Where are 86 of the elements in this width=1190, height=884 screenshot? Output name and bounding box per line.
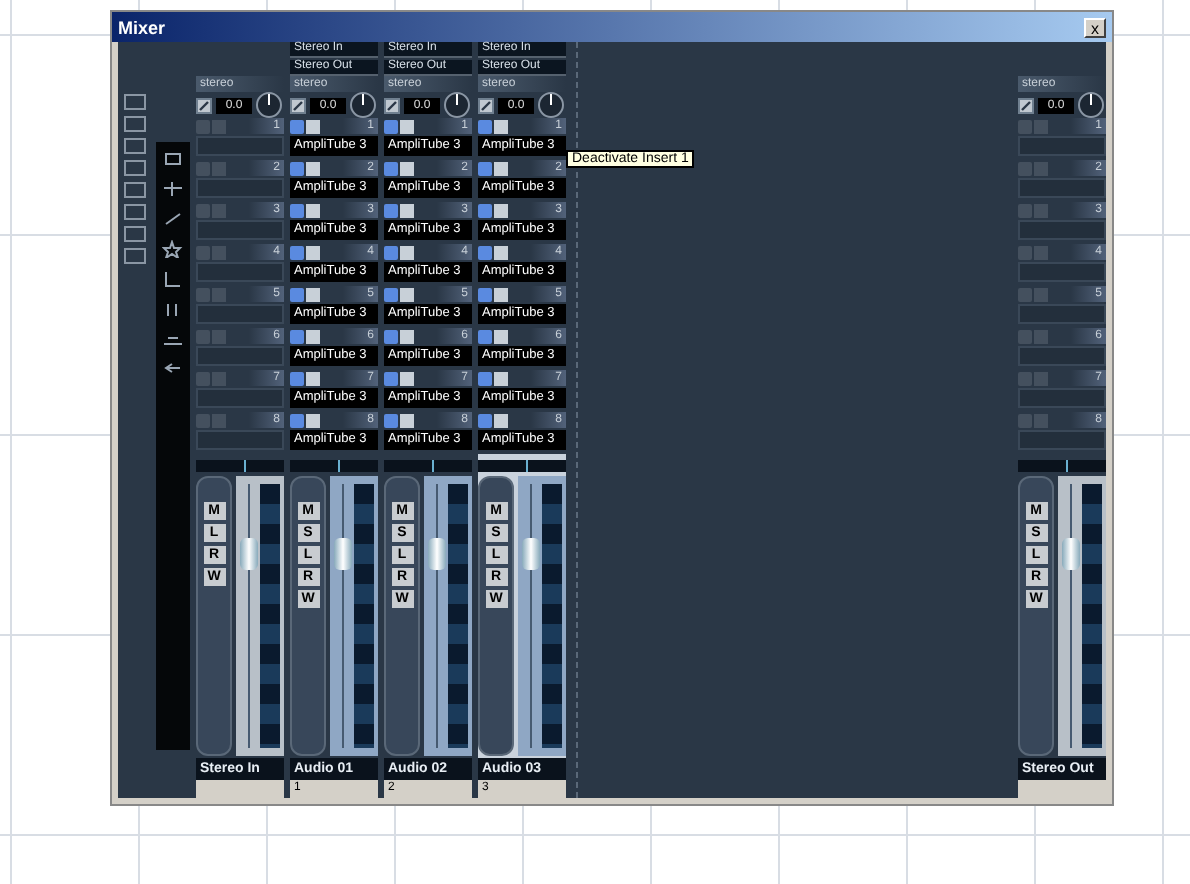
edit-button[interactable]	[494, 161, 508, 175]
fader-handle[interactable]	[428, 537, 446, 570]
power-button[interactable]	[384, 203, 398, 217]
edit-button[interactable]	[306, 287, 320, 301]
power-button[interactable]	[290, 413, 304, 427]
peak-meter	[196, 460, 284, 472]
power-button[interactable]	[384, 245, 398, 259]
edit-button[interactable]	[400, 413, 414, 427]
pan-knob[interactable]	[444, 92, 470, 118]
pan-knob[interactable]	[1078, 92, 1104, 118]
edit-button[interactable]	[400, 287, 414, 301]
peak-meter	[1018, 460, 1106, 472]
fader-handle[interactable]	[1062, 537, 1080, 570]
view-toggle[interactable]	[123, 204, 145, 220]
close-button[interactable]: x	[1084, 17, 1106, 37]
edit-button[interactable]	[306, 329, 320, 343]
fader-handle[interactable]	[240, 537, 258, 570]
power-button[interactable]	[384, 287, 398, 301]
edit-button[interactable]	[306, 161, 320, 175]
peak-meter	[290, 460, 378, 472]
power-button[interactable]	[478, 329, 492, 343]
power-button[interactable]	[290, 329, 304, 343]
tool-icon[interactable]	[162, 150, 184, 168]
power-button[interactable]	[384, 329, 398, 343]
power-button[interactable]	[290, 287, 304, 301]
edit-button[interactable]	[494, 203, 508, 217]
peak-meter	[478, 460, 566, 472]
edit-button[interactable]	[494, 371, 508, 385]
power-button[interactable]	[478, 287, 492, 301]
power-button[interactable]	[478, 161, 492, 175]
edit-button[interactable]	[494, 329, 508, 343]
edit-button[interactable]	[494, 287, 508, 301]
view-toggle[interactable]	[123, 248, 145, 264]
power-button[interactable]	[478, 245, 492, 259]
power-button[interactable]	[478, 413, 492, 427]
power-button[interactable]	[290, 203, 304, 217]
power-button[interactable]	[478, 371, 492, 385]
edit-button[interactable]	[306, 203, 320, 217]
tool-icon[interactable]	[162, 360, 184, 378]
power-button[interactable]	[384, 161, 398, 175]
view-toggle[interactable]	[123, 94, 145, 110]
power-button[interactable]	[384, 413, 398, 427]
power-button[interactable]	[384, 371, 398, 385]
pan-knob[interactable]	[350, 92, 376, 118]
power-button[interactable]	[384, 119, 398, 133]
view-toggle[interactable]	[123, 182, 145, 198]
view-toggle[interactable]	[123, 116, 145, 132]
edit-button[interactable]	[494, 413, 508, 427]
edit-button[interactable]	[306, 119, 320, 133]
pan-knob[interactable]	[256, 92, 282, 118]
edit-button[interactable]	[306, 413, 320, 427]
edit-button[interactable]	[400, 371, 414, 385]
edit-button[interactable]	[400, 203, 414, 217]
fader-handle[interactable]	[522, 537, 540, 570]
edit-icon[interactable]	[196, 97, 212, 113]
fader-handle[interactable]	[334, 537, 352, 570]
view-toggle[interactable]	[123, 160, 145, 176]
power-button[interactable]	[290, 371, 304, 385]
edit-button[interactable]	[400, 245, 414, 259]
tool-icon[interactable]	[162, 270, 184, 288]
power-button[interactable]	[478, 119, 492, 133]
power-button[interactable]	[290, 119, 304, 133]
view-toggle[interactable]	[123, 226, 145, 242]
edit-icon[interactable]	[1018, 97, 1034, 113]
edit-icon[interactable]	[290, 97, 306, 113]
view-toggle[interactable]	[123, 138, 145, 154]
edit-icon[interactable]	[384, 97, 400, 113]
edit-button[interactable]	[400, 329, 414, 343]
power-button[interactable]	[290, 245, 304, 259]
edit-button[interactable]	[306, 371, 320, 385]
edit-button[interactable]	[494, 119, 508, 133]
window-title: Mixer	[118, 17, 166, 37]
power-button[interactable]	[290, 161, 304, 175]
edit-button[interactable]	[400, 119, 414, 133]
tool-icon[interactable]	[162, 240, 184, 258]
tool-icon[interactable]	[162, 210, 184, 228]
peak-meter	[384, 460, 472, 472]
pan-knob[interactable]	[538, 92, 564, 118]
edit-button[interactable]	[494, 245, 508, 259]
edit-button[interactable]	[306, 245, 320, 259]
channel-number-bar	[196, 780, 284, 798]
tool-icon[interactable]	[162, 180, 184, 198]
edit-icon[interactable]	[478, 97, 494, 113]
power-button[interactable]	[478, 203, 492, 217]
edit-button[interactable]	[400, 161, 414, 175]
channel-number-bar	[1018, 780, 1106, 798]
